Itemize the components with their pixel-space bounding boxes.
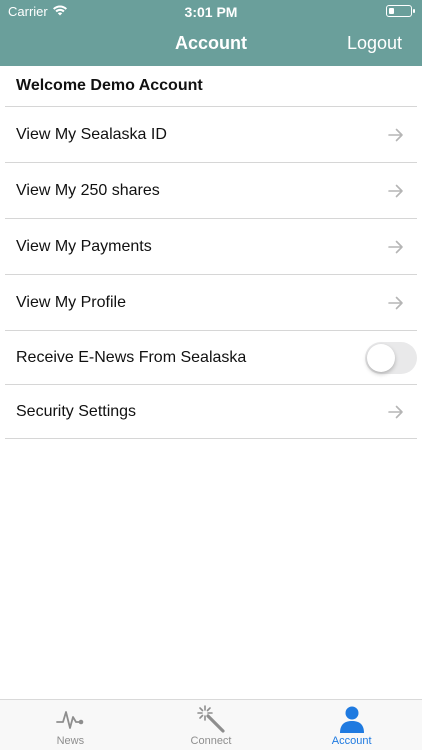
tab-bar: News Connect Account <box>0 699 422 750</box>
logout-button[interactable]: Logout <box>347 33 402 54</box>
row-label: View My Profile <box>16 293 126 311</box>
tab-label: News <box>56 735 85 747</box>
row-enews: Receive E-News From Sealaska <box>5 331 417 385</box>
row-shares[interactable]: View My 250 shares <box>5 163 417 219</box>
arrow-right-icon <box>388 128 403 141</box>
enews-toggle[interactable] <box>365 341 417 374</box>
toggle-knob <box>367 343 395 372</box>
arrow-right-icon <box>388 184 403 197</box>
nav-header: Carrier 3:01 PM Account Logout <box>0 0 422 66</box>
welcome-text: Welcome Demo Account <box>5 66 417 107</box>
row-label: Security Settings <box>16 402 137 420</box>
account-menu-list: Welcome Demo Account View My Sealaska ID… <box>0 66 422 439</box>
row-payments[interactable]: View My Payments <box>5 219 417 275</box>
arrow-right-icon <box>388 240 403 253</box>
battery-icon <box>386 5 415 17</box>
pulse-icon <box>56 711 84 729</box>
row-label: View My Sealaska ID <box>16 125 167 143</box>
person-icon <box>339 706 364 733</box>
tab-account[interactable]: Account <box>281 700 422 750</box>
row-label: Receive E-News From Sealaska <box>16 348 247 366</box>
status-bar: Carrier 3:01 PM <box>0 0 422 22</box>
tab-label: Connect <box>190 735 232 747</box>
row-profile[interactable]: View My Profile <box>5 275 417 331</box>
arrow-right-icon <box>388 296 403 309</box>
tab-news[interactable]: News <box>0 700 141 750</box>
tab-connect[interactable]: Connect <box>141 700 282 750</box>
row-label: View My Payments <box>16 237 152 255</box>
row-label: View My 250 shares <box>16 181 160 199</box>
tab-label: Account <box>331 735 372 747</box>
arrow-right-icon <box>388 405 403 418</box>
row-sealaska-id[interactable]: View My Sealaska ID <box>5 107 417 163</box>
clock-time: 3:01 PM <box>184 4 238 20</box>
magic-wand-icon <box>197 705 225 733</box>
row-security-settings[interactable]: Security Settings <box>5 385 417 439</box>
